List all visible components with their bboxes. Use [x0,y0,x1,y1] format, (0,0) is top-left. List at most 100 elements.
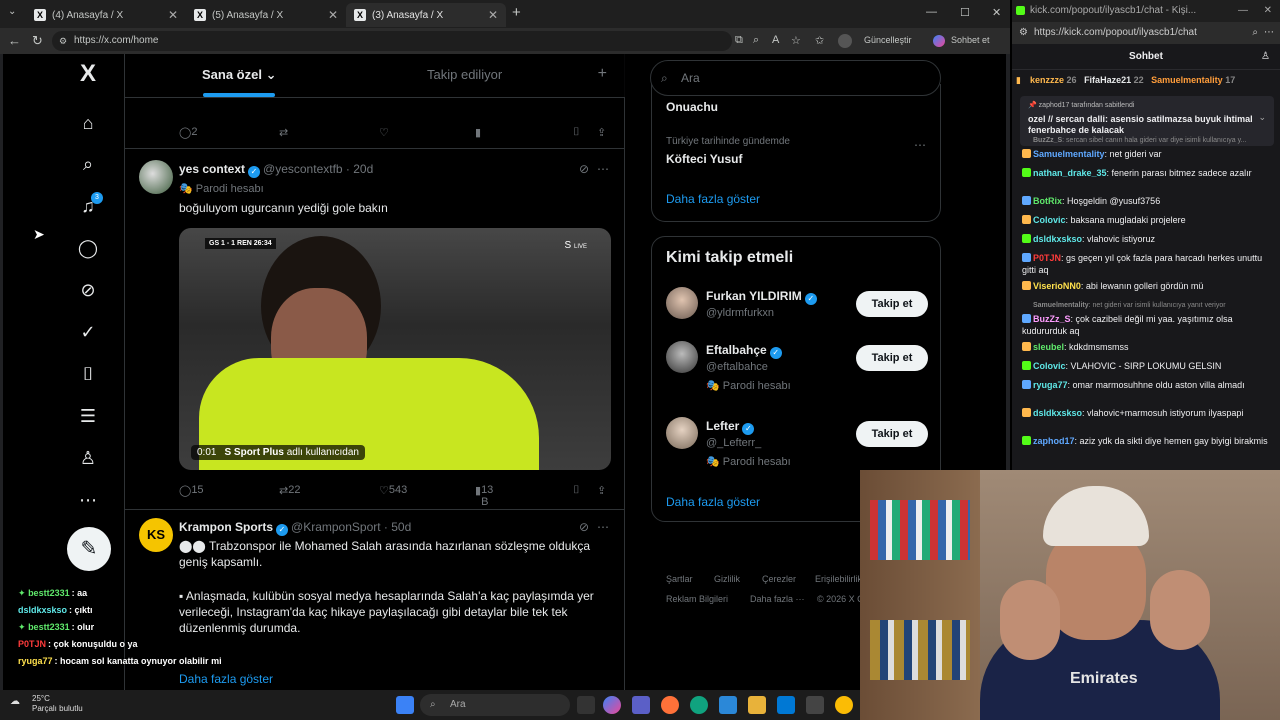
follow-button[interactable]: Takip et [856,345,928,371]
follow-button[interactable]: Takip et [856,421,928,447]
lists-icon[interactable]: ☰ [76,404,100,428]
bookmark-icon[interactable]: ⌷ [573,126,580,139]
weather-icon[interactable]: ☁ [10,696,20,707]
task-view-icon[interactable] [577,696,595,714]
chat-message[interactable]: dsldkxskso: vlahovic+marmosuh istiyorum … [1022,407,1274,419]
close-icon[interactable]: ✕ [488,8,498,22]
compose-post-button[interactable]: ✎ [67,527,111,571]
retweet-icon[interactable]: ⇄ 22 [279,484,300,497]
chat-message[interactable]: BuzZz_S: çok cazibeli değil mi yaa. yaşı… [1022,313,1274,337]
app-icon[interactable]: ⧉ [735,34,743,47]
reply-icon[interactable]: ◯ 2 [179,126,197,139]
firefox-icon[interactable] [661,696,679,714]
grok-explain-icon[interactable]: ⊘ [579,520,589,534]
teams-icon[interactable] [632,696,650,714]
search-input[interactable]: ⌕ Ara [650,60,941,96]
edge-icon[interactable] [690,696,708,714]
search-icon[interactable]: ⌕ [76,152,100,176]
favorite-star-icon[interactable]: ☆ [791,34,801,47]
chat-url-bar[interactable]: ⚙ https://kick.com/popout/ilyascb1/chat … [1012,22,1280,44]
reply-icon[interactable]: ◯ 15 [179,484,204,497]
favorites-icon[interactable]: ✩ [815,34,824,47]
chrome-icon[interactable] [835,696,853,714]
user-list-icon[interactable]: ♙ [1261,44,1270,70]
weather-widget[interactable]: 25°C Parçalı bulutlu [32,694,83,714]
close-window-icon[interactable]: ✕ [1264,0,1272,22]
tab-1[interactable]: X (4) Anasayfa / X ✕ [26,3,186,27]
chat-message[interactable]: ViserioNN0: abi lewanın golleri gördün m… [1022,280,1274,292]
bookmarks-icon[interactable]: ⌷ [76,362,100,386]
footer-ads-info[interactable]: Reklam Bilgileri [666,594,728,604]
url-input[interactable]: ⚙ https://x.com/home [52,31,732,51]
read-aloud-icon[interactable]: A [772,34,779,46]
verified-icon[interactable]: ✓ [76,320,100,344]
retweet-icon[interactable]: ⇄ [279,126,288,139]
avatar[interactable] [666,341,698,373]
chat-message[interactable]: Samuelmentality: net gideri var isimli k… [1022,299,1274,312]
minimize-icon[interactable]: — [1238,0,1248,22]
footer-privacy[interactable]: Gizlilik [714,574,740,584]
chat-message[interactable]: BotRix: Hoşgeldin @yusuf3756 [1022,195,1274,207]
follow-button[interactable]: Takip et [856,291,928,317]
minimize-icon[interactable]: — [926,6,937,18]
chat-message[interactable]: zaphod17: aziz ydk da sikti diye hemen g… [1022,435,1274,447]
site-info-icon[interactable]: ⚙ [59,31,67,51]
bookmark-icon[interactable]: ⌷ [573,484,580,497]
chat-username[interactable]: Colovic [1033,215,1066,225]
chat-username[interactable]: dsldkxskso [1033,234,1082,244]
store-icon[interactable] [719,696,737,714]
more-options-icon[interactable]: ⋯ [914,138,926,152]
avatar[interactable] [139,160,173,194]
tab-following[interactable]: Takip ediliyor [427,67,502,82]
reload-icon[interactable]: ↻ [32,33,43,49]
tab-list-icon[interactable]: ⌄ [8,6,16,17]
chat-button[interactable]: Sohbet et [951,35,990,45]
tab-3[interactable]: X (3) Anasayfa / X ✕ [346,3,506,27]
like-icon[interactable]: ♡ [379,126,389,139]
chat-username[interactable]: BuzZz_S [1033,137,1062,144]
settings-gear-icon[interactable] [806,696,824,714]
file-explorer-icon[interactable] [748,696,766,714]
close-window-icon[interactable]: ✕ [992,6,1001,19]
chat-message[interactable]: nathan_drake_35: fenerin parası bitmez s… [1022,167,1274,179]
chat-message[interactable]: dsldkxskso: vlahovic istiyoruz [1022,233,1274,245]
chat-username[interactable]: nathan_drake_35 [1033,168,1107,178]
profile-icon[interactable]: ♙ [76,446,100,470]
tab-for-you[interactable]: Sana özel ⌄ [202,67,276,83]
avatar[interactable] [666,287,698,319]
like-icon[interactable]: ♡ 543 [379,484,407,497]
chat-username[interactable]: BuzZz_S [1033,314,1071,324]
x-logo-icon[interactable]: X [76,62,100,86]
taskbar-search[interactable]: ⌕ Ara [420,694,570,716]
chat-username[interactable]: ViserioNN0 [1033,281,1081,291]
add-tab-icon[interactable]: + [598,65,607,83]
show-more-link[interactable]: Daha fazla göster [179,672,273,686]
chat-message[interactable]: Samuelmentality: net gideri var [1022,148,1274,160]
chat-message[interactable]: Colovic: baksana mugladaki projelere [1022,214,1274,226]
chat-username[interactable]: P0TJN [1033,253,1061,263]
tweet-author[interactable]: yes context ✓ @yescontextfb · 20d [179,162,373,178]
grok-explain-icon[interactable]: ⊘ [579,162,589,176]
avatar[interactable]: KS [139,518,173,552]
footer-accessibility[interactable]: Erişilebilirlik [815,574,862,584]
footer-terms[interactable]: Şartlar [666,574,693,584]
close-icon[interactable]: ✕ [168,8,178,22]
back-icon[interactable]: ← [8,33,21,48]
grok-icon[interactable]: ⊘ [76,278,100,302]
more-options-icon[interactable]: ⋯ [597,520,609,534]
who-name-1[interactable]: Furkan YILDIRIM ✓ [706,289,820,305]
share-icon[interactable]: ⇪ [597,484,606,497]
new-tab-icon[interactable]: + [512,4,521,21]
zoom-icon[interactable]: ⌕ [1252,22,1258,44]
copilot-icon[interactable] [933,35,945,47]
more-options-icon[interactable]: ⋯ [1264,22,1274,44]
chat-message[interactable]: BuzZz_S: sercan sibel canın hala gideri … [1022,134,1274,147]
chat-message[interactable]: Colovic: VLAHOVIC - SIRP LOKUMU GELSIN [1022,360,1274,372]
chat-username[interactable]: ryuga77 [1033,380,1068,390]
footer-cookies[interactable]: Çerezler [762,574,796,584]
who-show-more[interactable]: Daha fazla göster [666,495,760,509]
tweet-yes-context[interactable]: yes context ✓ @yescontextfb · 20d ⊘ ⋯ 🎭 Pa… [125,150,625,510]
chat-message[interactable]: sleubel: kdkdmsmsmss [1022,341,1274,353]
update-button[interactable]: Güncelleştir [864,35,912,45]
views-icon[interactable]: ▮ [475,126,481,139]
